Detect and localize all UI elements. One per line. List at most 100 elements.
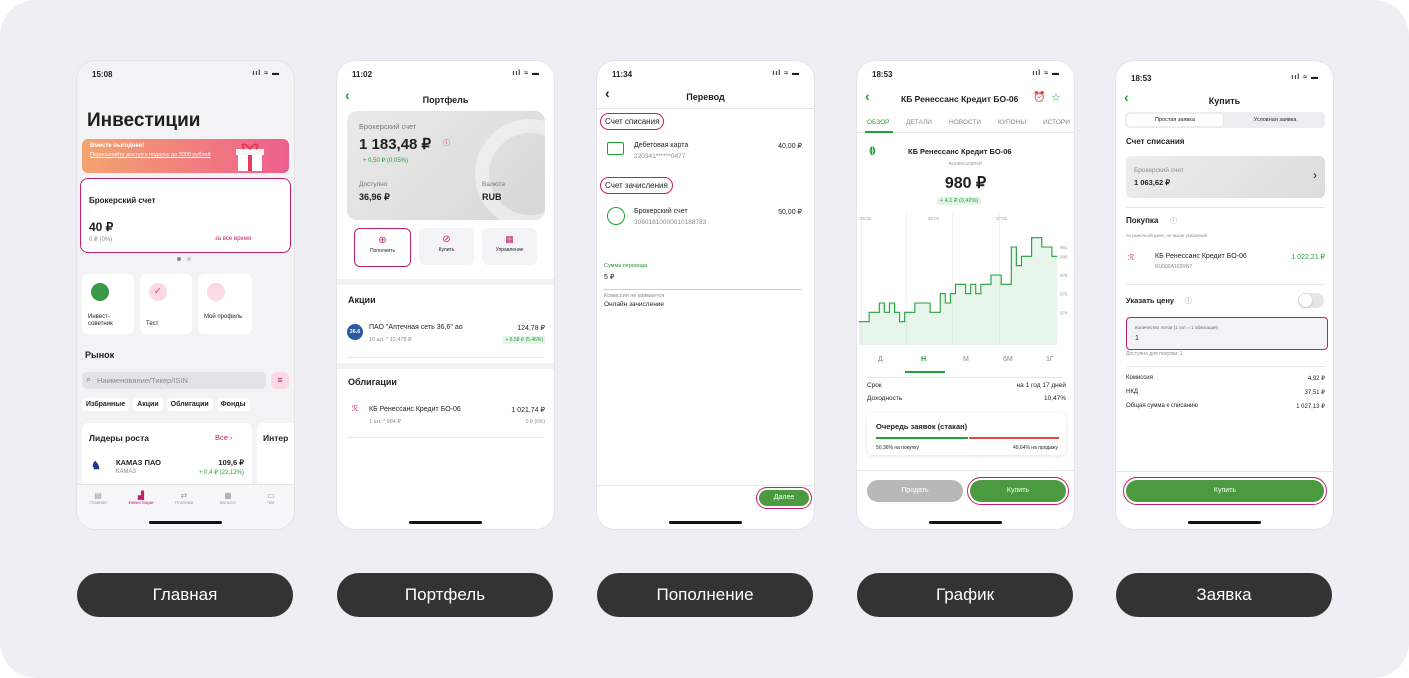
banner-text[interactable]: Пересылайте доступ к подарку до 3000 руб… (90, 152, 220, 159)
info-icon[interactable]: ⓘ (1185, 296, 1192, 306)
period-selector: Д Н М 6М 1Г (857, 354, 1074, 374)
period-day[interactable]: Д (878, 356, 883, 363)
data-point (1000, 283, 1002, 285)
card-icon (607, 142, 624, 155)
search-input[interactable]: ⌕ Наименование/Тикер/ISIN (82, 372, 266, 389)
stock-value: 124,78 ₽ (517, 325, 545, 332)
chip-favorites[interactable]: Избранные (82, 398, 130, 411)
tab-payments[interactable]: ⇄ Платежи (171, 491, 197, 505)
stock-row[interactable]: 36.6 ПАО "Аптечная сеть 36,6" ао 10 шт. … (337, 316, 554, 356)
buy-button[interactable]: Купить (1123, 477, 1327, 505)
tab-investments[interactable]: ▟ Инвестиции (123, 491, 159, 505)
broker-account-card[interactable]: Брокерский счет 1 183,48 ₽ ⓘ + 0,50 ₽ (0… (347, 111, 545, 220)
broker-label: Брокерский счет (89, 196, 156, 205)
y-tick-label: 980 (1060, 254, 1068, 259)
lots-input[interactable]: Количество лотов (1 лот = 1 облигация) 1 (1126, 317, 1328, 350)
y-tick-label: 981 (1060, 245, 1068, 250)
from-section-title: Счет списания (600, 113, 665, 130)
period-month[interactable]: М (963, 356, 969, 363)
bond-price: 1 022,21 ₽ (1291, 254, 1325, 261)
chip-funds[interactable]: Фонды (216, 398, 250, 411)
buy-button[interactable]: Купить (967, 477, 1069, 505)
account-selector[interactable]: Брокерский счет 1 063,62 ₽ › (1126, 156, 1325, 198)
tab-overview[interactable]: ОБЗОР (867, 119, 890, 126)
account-change: + 0,50 ₽ (0,05%) (363, 158, 409, 164)
fee-label: Комиссия не взимается (604, 293, 665, 299)
next-button[interactable]: Далее (756, 487, 812, 509)
data-point (934, 311, 936, 313)
tab-coupons[interactable]: КУПОНЫ (998, 119, 1026, 126)
price-toggle-switch[interactable] (1298, 293, 1324, 308)
renaissance-logo: ℛ (1128, 253, 1135, 262)
data-point (858, 321, 860, 323)
term-label: Срок (867, 382, 882, 389)
home-icon: ▤ (94, 491, 102, 500)
caption-home: Главная (77, 573, 293, 617)
tile-invest-advisor[interactable]: Инвест-советник (82, 274, 134, 334)
phone-transfer: 11:34 ııl ≈ ▬ ‹ Перевод Счет списания Де… (597, 61, 814, 529)
orderbook-title: Очередь заявок (стакан) (876, 422, 968, 431)
back-chevron-icon[interactable]: ‹ (865, 88, 870, 104)
to-account-row[interactable]: Брокерский счет 30601810000010188783 50,… (597, 201, 814, 235)
star-icon[interactable]: ☆ (1051, 91, 1061, 104)
from-account-row[interactable]: Дебетовая карта 220341******0477 40,00 ₽ (597, 135, 814, 169)
tile-my-profile[interactable]: Мой профиль (198, 274, 252, 334)
tile-test[interactable]: ✓ Тест (140, 274, 192, 334)
chevron-right-icon: › (230, 433, 233, 442)
promo-banner[interactable]: Вместе выгоднее! Пересылайте доступ к по… (82, 139, 289, 173)
help-icon[interactable]: ⓘ (443, 138, 450, 148)
data-point (878, 302, 880, 304)
chip-stocks[interactable]: Акции (133, 398, 163, 411)
chip-bonds[interactable]: Облигации (166, 398, 213, 411)
data-point (1015, 265, 1017, 267)
broker-account-card[interactable]: Брокерский счет 40 ₽ 0 ₽ (0%) за все вре… (80, 178, 291, 253)
info-icon[interactable]: ⓘ (1170, 216, 1177, 226)
leaders-all-link[interactable]: Все › (215, 433, 233, 442)
available-note: Доступно для покупки: 1 (1126, 351, 1183, 357)
caption-chart: График (857, 573, 1073, 617)
tab-label: Главная (89, 500, 107, 505)
tab-conditional-order[interactable]: Условная заявка (1227, 114, 1323, 126)
bond-change: + 4,1 ₽ (0,42%) (937, 197, 982, 205)
leaders-card[interactable]: Лидеры роста Все › ♞ КАМАЗ ПАО КАМАЗ 109… (82, 423, 252, 493)
status-icons: ııl ≈ ▬ (252, 70, 280, 77)
tab-chat[interactable]: ▭ Чат (258, 491, 284, 505)
orderbook-card[interactable]: Очередь заявок (стакан) 50,36% на покупк… (867, 413, 1066, 455)
data-point (899, 321, 901, 323)
filter-button[interactable]: ≡ (271, 372, 289, 389)
price-chart[interactable]: 25.01 26.01 27.01 981 980 978 976 974 (857, 213, 1074, 345)
data-point (949, 293, 951, 295)
alarm-icon[interactable]: ⏰ (1033, 92, 1045, 103)
sell-button[interactable]: Продать (867, 480, 963, 502)
period-1y[interactable]: 1Г (1046, 356, 1054, 363)
stock-ticker: КАМАЗ (116, 469, 137, 475)
chart-icon: ▟ (137, 491, 145, 500)
bond-change: 0 ₽ (0%) (525, 419, 545, 425)
tab-history[interactable]: ИСТОРИ (1043, 119, 1070, 126)
bond-name: КБ Ренессанс Кредит БО-06 (1155, 253, 1247, 260)
data-point (1046, 246, 1048, 248)
data-point (939, 293, 941, 295)
second-market-card[interactable]: Интер (257, 423, 294, 493)
broker-period[interactable]: за все время (215, 236, 251, 242)
tab-home[interactable]: ▤ Главная (85, 491, 111, 505)
tab-simple-order[interactable]: Простая заявка (1127, 114, 1223, 126)
period-6m[interactable]: 6М (1003, 356, 1013, 363)
manage-label: Управление (495, 247, 524, 253)
period-week[interactable]: Н (921, 356, 926, 363)
sell-bar (969, 437, 1059, 439)
advisor-icon (91, 283, 109, 301)
divider (347, 357, 544, 358)
data-point (960, 283, 961, 285)
buy-action-button[interactable]: ⊘ Купить (419, 228, 474, 265)
broker-value: 40 ₽ (89, 220, 114, 234)
manage-button[interactable]: ▦ Управление (482, 228, 537, 265)
filter-icon: ≡ (277, 375, 283, 385)
sum-input[interactable]: 5 ₽ (604, 273, 614, 281)
tab-news[interactable]: НОВОСТИ (949, 119, 981, 126)
tile-label: Инвест-советник (88, 314, 113, 327)
topup-button[interactable]: ⊕ Пополнить (354, 228, 411, 267)
bond-row[interactable]: ℛ КБ Ренессанс Кредит БО-06 1 шт. * 984 … (337, 398, 554, 438)
tab-details[interactable]: ДЕТАЛИ (906, 119, 932, 126)
tab-catalog[interactable]: ▦ Каталог (215, 491, 241, 505)
